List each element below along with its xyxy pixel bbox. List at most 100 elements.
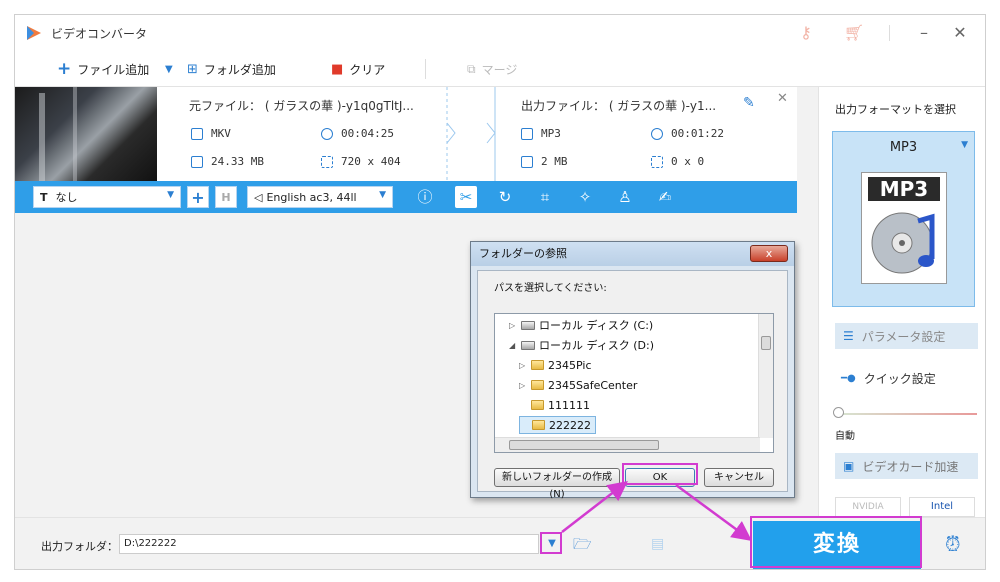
convert-highlight-box (750, 516, 922, 568)
format-badge: MP3 (868, 177, 940, 201)
tree-item[interactable]: ▷ 2345Pic (519, 356, 592, 374)
ok-highlight-box (622, 463, 698, 485)
drive-icon (521, 320, 535, 330)
quick-settings: ━● クイック設定 (835, 367, 978, 389)
source-format: MKV (191, 127, 231, 140)
source-file-name: 元ファイル： ( ガラスの華 )-y1q0gTltJ... (189, 99, 414, 113)
parameter-settings-label: パラメータ設定 (861, 329, 946, 344)
format-icon (191, 127, 203, 140)
watermark-icon[interactable]: ♙ (617, 189, 633, 205)
info-icon[interactable]: ⓘ (417, 189, 433, 205)
trash-icon: ■ (331, 61, 344, 77)
resolution-icon (651, 155, 663, 168)
scrollbar-thumb[interactable] (761, 336, 771, 350)
title-bar: ビデオコンバータ ⚷ 🛒︎ – ✕ (15, 15, 985, 51)
cut-icon[interactable]: ✂ (455, 186, 477, 208)
source-duration-value: 00:04:25 (341, 127, 394, 140)
clear-label: クリア (349, 62, 386, 77)
output-format-panel: 出力フォーマットを選択 MP3 ▼ MP3 ☰ パラメータ設定 ━● クイック設… (818, 87, 985, 517)
output-resolution-value: 0 x 0 (671, 155, 705, 168)
gpu-accel-button[interactable]: ▣ ビデオカード加速 (835, 453, 978, 479)
quality-slider-thumb[interactable] (833, 407, 844, 418)
effects-icon[interactable]: ✧ (577, 189, 593, 205)
add-folder-label: フォルダ追加 (203, 62, 276, 77)
close-window-button[interactable]: ✕ (949, 23, 971, 43)
output-format-value: MP3 (541, 127, 561, 140)
subtitle-edit-icon[interactable]: ✍ (657, 189, 673, 205)
tree-item[interactable]: ◢ ローカル ディスク (D:) (509, 336, 654, 354)
chevron-down-icon: ▼ (167, 190, 174, 200)
scrollbar-thumb[interactable] (509, 440, 659, 450)
output-format: MP3 (521, 127, 561, 140)
merge-button[interactable]: ⧉ マージ (467, 59, 517, 79)
tree-vertical-scrollbar[interactable] (758, 314, 773, 438)
new-folder-button[interactable]: 新しいフォルダーの作成(N) (494, 468, 620, 500)
sliders-icon: ☰ (843, 329, 854, 343)
hdr-button[interactable]: H (215, 186, 237, 208)
merge-label: マージ (481, 62, 518, 77)
format-selector[interactable]: MP3 ▼ MP3 (832, 131, 975, 307)
tree-item[interactable]: 111111 (519, 396, 590, 414)
app-logo-icon (27, 26, 41, 40)
crop-icon[interactable]: ⌗ (537, 189, 553, 205)
clear-button[interactable]: ■ クリア (331, 59, 385, 79)
output-duration: 00:01:22 (651, 127, 724, 140)
dialog-instruction: パスを選択してください: (494, 283, 607, 294)
intel-badge[interactable]: Intel (909, 497, 975, 517)
output-folder-input[interactable]: D:\222222 (119, 534, 539, 554)
add-file-button[interactable]: + ファイル追加 (57, 59, 149, 79)
add-file-dropdown[interactable]: ▼ (165, 59, 173, 79)
toolbar: + ファイル追加 ▼ ⊞ フォルダ追加 ■ クリア ⧉ マージ (15, 51, 985, 87)
output-file-name: 出力ファイル： ( ガラスの華 )-y1... (521, 99, 717, 113)
audio-track-select[interactable]: ◁ English ac3, 44ll ▼ (247, 186, 393, 208)
open-folder-icon[interactable]: 🗁︎ (573, 534, 592, 559)
tree-item[interactable]: 222222 (519, 416, 596, 434)
tree-item-label: 2345SafeCenter (548, 378, 638, 392)
edit-name-icon[interactable]: ✎ (743, 95, 755, 111)
expand-arrow-icon[interactable]: ▷ (519, 361, 527, 370)
tree-horizontal-scrollbar[interactable] (495, 437, 760, 452)
tree-item-label: 2345Pic (548, 358, 592, 372)
parameter-settings-button[interactable]: ☰ パラメータ設定 (835, 323, 978, 349)
output-size-value: 2 MB (541, 155, 568, 168)
subtitle-select[interactable]: T なし ▼ (33, 186, 181, 208)
title-divider (889, 25, 890, 41)
dialog-close-button[interactable]: x (750, 245, 788, 262)
minimize-button[interactable]: – (913, 23, 935, 43)
dialog-title: フォルダーの参照 (471, 242, 794, 266)
add-folder-button[interactable]: ⊞ フォルダ追加 (187, 59, 276, 79)
rotate-icon[interactable]: ↻ (497, 189, 513, 205)
expand-arrow-icon[interactable]: ▷ (509, 321, 517, 330)
tree-item[interactable]: ▷ 2345SafeCenter (519, 376, 637, 394)
output-resolution: 0 x 0 (651, 155, 704, 168)
video-edit-icon[interactable]: ▤ (651, 536, 664, 552)
expand-arrow-icon[interactable]: ▷ (519, 381, 527, 390)
chevron-down-icon: ▼ (961, 140, 968, 150)
video-thumbnail[interactable] (15, 87, 157, 181)
gpu-accel-label: ビデオカード加速 (862, 459, 959, 474)
cancel-button[interactable]: キャンセル (704, 468, 774, 487)
remove-file-icon[interactable]: ✕ (777, 91, 788, 106)
format-name: MP3 (889, 140, 918, 155)
drive-icon (521, 340, 535, 350)
expand-arrow-icon[interactable]: ◢ (509, 341, 517, 350)
subtitle-value: なし (55, 191, 78, 204)
tree-item-label: 111111 (548, 398, 590, 412)
alarm-clock-icon[interactable]: ⏰︎ (945, 532, 961, 556)
add-subtitle-button[interactable]: + (187, 186, 209, 208)
auto-label: 自動 (835, 431, 855, 442)
tree-item[interactable]: ▷ ローカル ディスク (C:) (509, 316, 653, 334)
source-format-value: MKV (211, 127, 231, 140)
folder-icon (191, 155, 203, 168)
tree-item-label: ローカル ディスク (C:) (539, 319, 654, 332)
mp3-format-icon: MP3 (861, 172, 947, 284)
source-resolution: 720 x 404 (321, 155, 401, 168)
key-icon[interactable]: ⚷ (795, 23, 817, 43)
quality-slider-track[interactable] (837, 413, 977, 415)
nvidia-badge[interactable]: NVIDIA (835, 497, 901, 517)
dropdown-highlight-box (540, 532, 562, 554)
format-icon (521, 127, 533, 140)
cart-icon[interactable]: 🛒︎ (843, 23, 865, 43)
folder-tree[interactable]: ▷ ローカル ディスク (C:) ◢ ローカル ディスク (D:) ▷ 2345Pic ▷ 2… (494, 313, 774, 453)
toolbar-divider (425, 59, 426, 79)
